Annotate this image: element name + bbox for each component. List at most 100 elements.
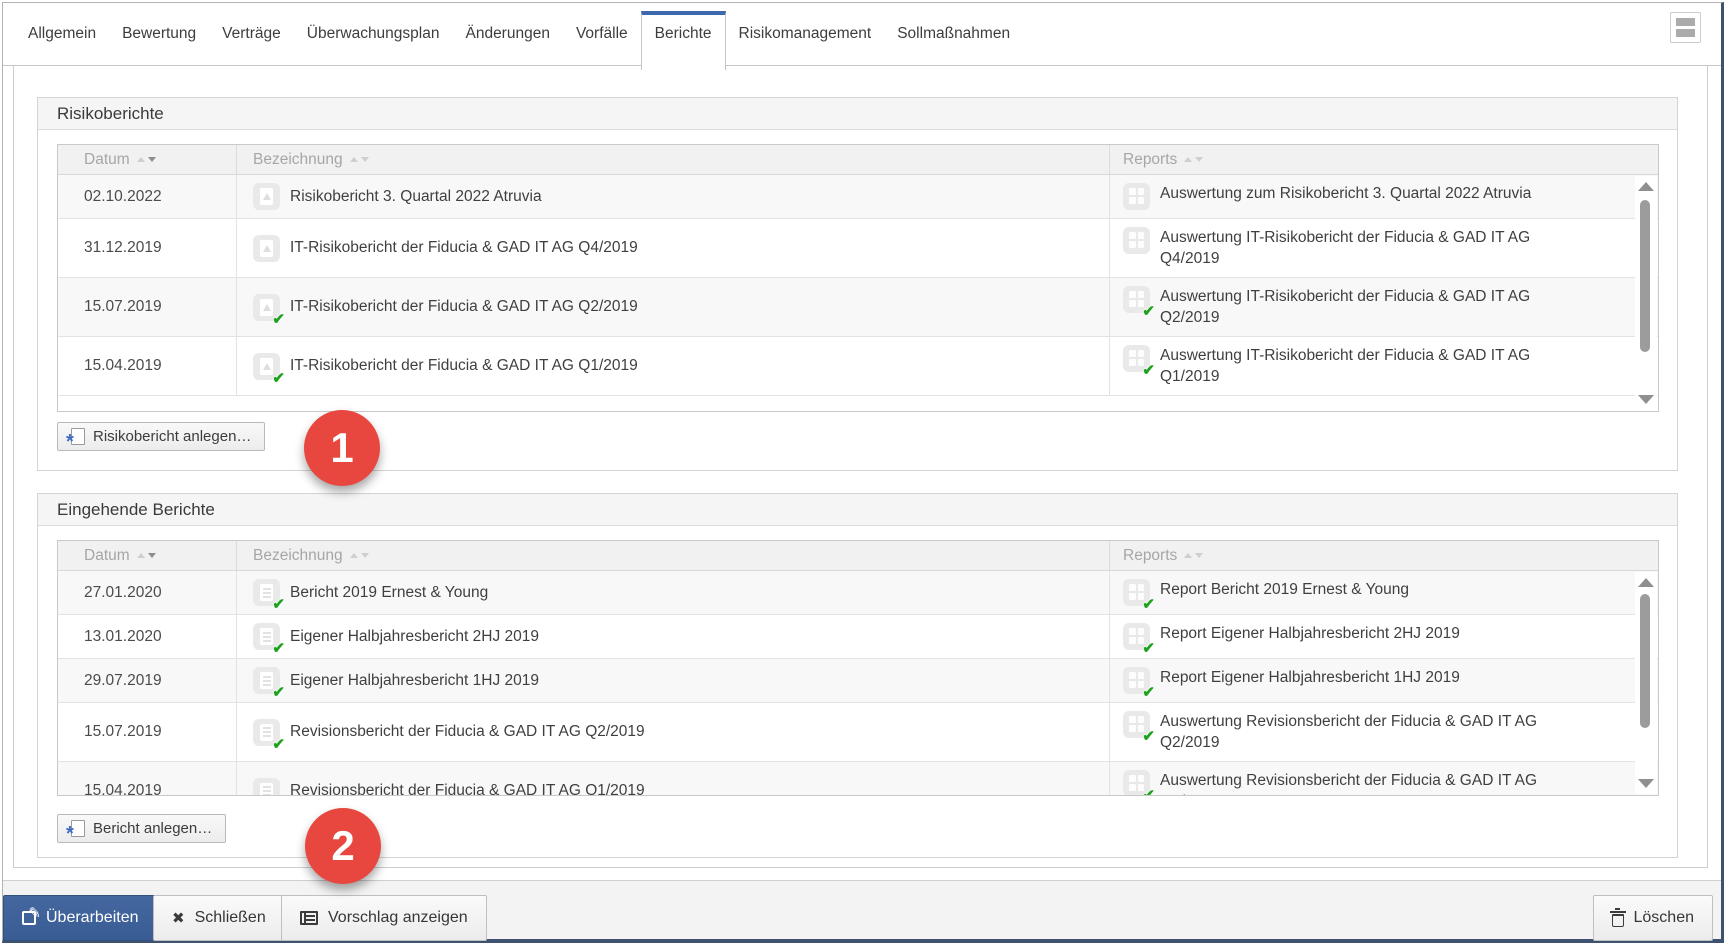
- check-icon: ✔: [1142, 727, 1155, 745]
- stacked-rows-icon: [1676, 18, 1695, 26]
- report-text: Auswertung IT-Risikobericht der Fiducia …: [1160, 286, 1565, 328]
- berarbeiten-button[interactable]: Überarbeiten: [3, 895, 158, 941]
- layout-toggle-button[interactable]: [1670, 12, 1701, 43]
- table-row[interactable]: 15.04.2019✔IT-Risikobericht der Fiducia …: [58, 337, 1658, 396]
- create-report-button-label: Bericht anlegen…: [93, 820, 212, 837]
- cell-datum: 15.07.2019: [58, 703, 237, 761]
- app-window: AllgemeinBewertungVerträgeÜberwachungspl…: [2, 2, 1724, 943]
- vorschlag-anzeigen-button[interactable]: Vorschlag anzeigen: [281, 895, 487, 941]
- check-icon: ✔: [1142, 683, 1155, 701]
- auswertung-icon: ✔: [1123, 345, 1150, 372]
- incoming-report-icon: ✔: [253, 719, 280, 746]
- table-row[interactable]: 31.12.2019IT-Risikobericht der Fiducia &…: [58, 219, 1658, 278]
- cell-reports: ✔Auswertung IT-Risikobericht der Fiducia…: [1110, 337, 1658, 395]
- section-title: Eingehende Berichte: [57, 500, 215, 520]
- bezeichnung-text: Revisionsbericht der Fiducia & GAD IT AG…: [290, 782, 645, 796]
- scroll-up-arrow-icon[interactable]: [1638, 182, 1654, 191]
- cell-bezeichnung: Risikobericht 3. Quartal 2022 Atruvia: [237, 175, 1110, 218]
- sort-desc-icon: [361, 157, 369, 162]
- sort-asc-icon: [137, 553, 145, 558]
- table-row[interactable]: 29.07.2019✔Eigener Halbjahresbericht 1HJ…: [58, 659, 1658, 703]
- tab-berichte[interactable]: Berichte: [641, 11, 726, 70]
- auswertung-icon: [1123, 227, 1150, 254]
- sort-desc-icon: [1195, 553, 1203, 558]
- table-body: 02.10.2022 Risikobericht 3. Quartal 2022 …: [58, 175, 1658, 396]
- report-entry: ✔Auswertung IT-Risikobericht der Fiducia…: [1123, 286, 1565, 328]
- tab-vorf-lle[interactable]: Vorfälle: [563, 3, 641, 66]
- scroll-down-arrow-icon[interactable]: [1638, 395, 1654, 404]
- sort-icons: [350, 553, 369, 558]
- cell-datum: 15.04.2019: [58, 337, 237, 395]
- table-row[interactable]: 15.07.2019✔Revisionsbericht der Fiducia …: [58, 703, 1658, 762]
- report-entry: Auswertung zum Risikobericht 3. Quartal …: [1123, 183, 1531, 210]
- create-report-button[interactable]: * Bericht anlegen…: [57, 814, 226, 843]
- cell-reports: Auswertung IT-Risikobericht der Fiducia …: [1110, 219, 1658, 277]
- table-row[interactable]: 15.07.2019 ✔ IT-Risikobericht der Fiducia …: [58, 278, 1658, 337]
- column-label: Datum: [84, 151, 130, 169]
- tab-vertr-ge[interactable]: Verträge: [209, 3, 294, 66]
- scroll-up-arrow-icon[interactable]: [1638, 578, 1654, 587]
- sort-icons: [350, 157, 369, 162]
- schlie-en-button[interactable]: Schließen: [153, 895, 285, 941]
- cell-datum: 15.07.2019: [58, 278, 237, 336]
- incoming-report-icon: ✔: [253, 623, 280, 650]
- column-header-bezeichnung[interactable]: Bezeichnung: [237, 541, 1110, 570]
- report-text: Report Bericht 2019 Ernest & Young: [1160, 579, 1409, 600]
- tab-bewertung[interactable]: Bewertung: [109, 3, 209, 66]
- vertical-scrollbar[interactable]: [1635, 176, 1657, 410]
- cell-bezeichnung: ✔IT-Risikobericht der Fiducia & GAD IT A…: [237, 337, 1110, 395]
- column-header-bezeichnung[interactable]: Bezeichnung: [237, 145, 1110, 174]
- report-entry: ✔Report Bericht 2019 Ernest & Young: [1123, 579, 1409, 606]
- tab-berwachungsplan[interactable]: Überwachungsplan: [294, 3, 453, 66]
- bezeichnung-text: IT-Risikobericht der Fiducia & GAD IT AG…: [290, 298, 638, 316]
- table-row[interactable]: 15.04.2019✔Revisionsbericht der Fiducia …: [58, 762, 1658, 796]
- cell-datum: 13.01.2020: [58, 615, 237, 658]
- column-header-datum[interactable]: Datum: [58, 541, 237, 570]
- section-header: Risikoberichte: [38, 98, 1677, 130]
- column-header-reports[interactable]: Reports: [1110, 145, 1658, 174]
- table-row[interactable]: 02.10.2022 Risikobericht 3. Quartal 2022 …: [58, 175, 1658, 219]
- cell-bezeichnung: ✔Revisionsbericht der Fiducia & GAD IT A…: [237, 703, 1110, 761]
- column-header-reports[interactable]: Reports: [1110, 541, 1658, 570]
- column-header-datum[interactable]: Datum: [58, 145, 237, 174]
- scrollbar-thumb[interactable]: [1640, 594, 1650, 728]
- l-schen-button[interactable]: Löschen: [1593, 895, 1714, 941]
- check-icon: ✔: [272, 310, 285, 328]
- annotation-circle-2: 2: [305, 808, 381, 884]
- cell-bezeichnung: ✔ IT-Risikobericht der Fiducia & GAD IT A…: [237, 278, 1110, 336]
- report-entry: ✔ Report Eigener Halbjahresbericht 1HJ 20…: [1123, 667, 1460, 694]
- cell-reports: ✔Report Eigener Halbjahresbericht 2HJ 20…: [1110, 615, 1658, 658]
- bezeichnung-text: Risikobericht 3. Quartal 2022 Atruvia: [290, 188, 542, 206]
- stacked-rows-icon: [1676, 29, 1695, 37]
- cell-reports: ✔Auswertung IT-Risikobericht der Fiducia…: [1110, 278, 1658, 336]
- bezeichnung-text: Eigener Halbjahresbericht 2HJ 2019: [290, 628, 539, 646]
- check-icon: ✔: [272, 369, 285, 387]
- sort-desc-icon: [148, 157, 156, 162]
- tab-nderungen[interactable]: Änderungen: [452, 3, 562, 66]
- check-icon: ✔: [1142, 639, 1155, 657]
- report-entry: ✔Auswertung Revisionsbericht der Fiducia…: [1123, 770, 1565, 796]
- cell-bezeichnung: ✔Bericht 2019 Ernest & Young: [237, 571, 1110, 614]
- report-text: Report Eigener Halbjahresbericht 1HJ 201…: [1160, 667, 1460, 688]
- scroll-down-arrow-icon[interactable]: [1638, 779, 1654, 788]
- cell-datum: 02.10.2022: [58, 175, 237, 218]
- create-report-button[interactable]: * Risikobericht anlegen…: [57, 422, 265, 451]
- report-text: Auswertung Revisionsbericht der Fiducia …: [1160, 711, 1565, 753]
- table-header-row: Datum Bezeichnung Reports: [58, 145, 1658, 175]
- table-row[interactable]: 27.01.2020✔Bericht 2019 Ernest & Young✔R…: [58, 571, 1658, 615]
- section-eingehende-berichte: Eingehende Berichte DatumBezeichnungRepo…: [37, 493, 1678, 858]
- auswertung-icon: ✔: [1123, 667, 1150, 694]
- scrollbar-thumb[interactable]: [1640, 200, 1650, 352]
- table-row[interactable]: 13.01.2020 ✔ Eigener Halbjahresbericht 2HJ…: [58, 615, 1658, 659]
- section-risikoberichte: Risikoberichte Datum Bezeichnung Reports 0…: [37, 97, 1678, 471]
- sort-icons: [1184, 553, 1203, 558]
- tab-allgemein[interactable]: Allgemein: [15, 3, 109, 66]
- table-header-row: DatumBezeichnungReports: [58, 541, 1658, 571]
- create-report-button-label: Risikobericht anlegen…: [93, 428, 251, 445]
- tab-risikomanagement[interactable]: Risikomanagement: [726, 3, 885, 66]
- sort-asc-icon: [350, 553, 358, 558]
- vertical-scrollbar[interactable]: [1635, 572, 1657, 794]
- column-label: Bezeichnung: [253, 151, 343, 169]
- tab-sollma-nahmen[interactable]: Sollmaßnahmen: [884, 3, 1023, 66]
- sort-asc-icon: [137, 157, 145, 162]
